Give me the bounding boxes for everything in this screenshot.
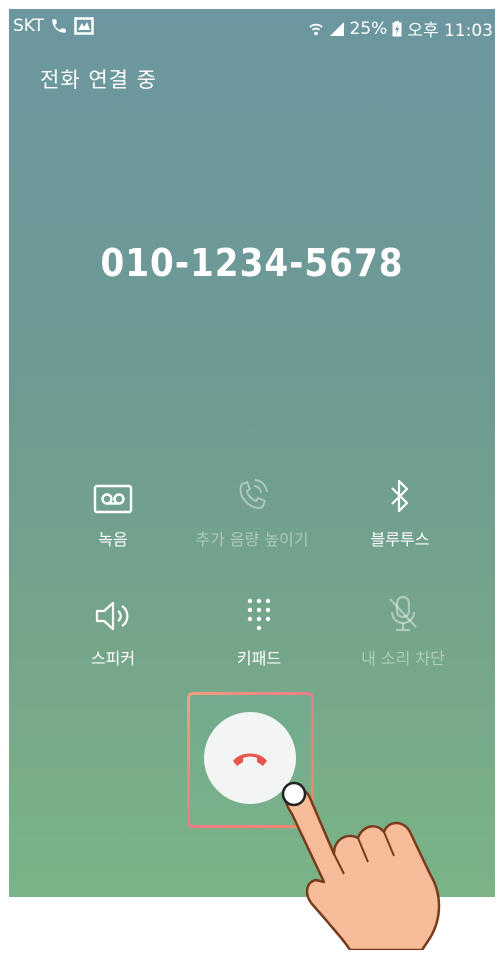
bluetooth-icon <box>388 478 412 518</box>
speaker-button[interactable]: 스피커 <box>33 593 193 669</box>
tap-hand-icon <box>272 770 462 954</box>
phone-volume-icon <box>234 478 270 518</box>
volume-boost-button[interactable]: 추가 음량 높이기 <box>172 474 332 550</box>
bluetooth-button[interactable]: 블루투스 <box>320 474 480 550</box>
keypad-button[interactable]: 키패드 <box>179 593 339 669</box>
call-status: 전화 연결 중 <box>40 68 157 92</box>
signal-icon <box>329 21 345 37</box>
carrier-label: SKT <box>13 16 45 36</box>
phone-call-icon <box>50 17 68 35</box>
bluetooth-label: 블루투스 <box>370 530 430 549</box>
mute-label: 내 소리 차단 <box>361 649 445 668</box>
battery-percent: 25% <box>349 18 388 39</box>
record-label: 녹음 <box>98 530 128 549</box>
voicemail-icon <box>93 484 133 518</box>
mute-button[interactable]: 내 소리 차단 <box>323 593 483 669</box>
mic-off-icon <box>386 595 420 637</box>
phone-number: 010-1234-5678 <box>100 241 404 285</box>
speaker-icon <box>93 599 133 637</box>
volume-boost-label: 추가 음량 높이기 <box>195 530 309 549</box>
status-bar: SKT 25% 오후 11:03 <box>9 9 495 45</box>
clock: 오후 11:03 <box>407 21 493 41</box>
phone-hangup-icon <box>230 748 270 772</box>
wifi-icon <box>308 21 324 37</box>
record-button[interactable]: 녹음 <box>33 474 193 550</box>
battery-charging-icon <box>392 20 402 37</box>
gallery-icon <box>74 17 94 35</box>
keypad-label: 키패드 <box>236 649 282 668</box>
speaker-label: 스피커 <box>90 649 136 668</box>
keypad-icon <box>246 597 272 637</box>
